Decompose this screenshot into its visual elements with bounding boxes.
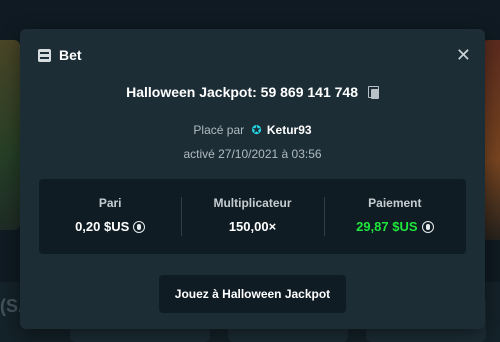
stat-payout: Paiement 29,87 $US <box>323 179 466 254</box>
bet-date: activé 27/10/2021 à 03:56 <box>183 147 322 161</box>
stat-value: 150,00× <box>181 219 323 234</box>
coin-icon <box>421 220 434 233</box>
placed-by-line: Placé par ✪ Ketur93 <box>20 123 485 137</box>
username-link[interactable]: Ketur93 <box>267 123 312 137</box>
modal-header: Bet <box>38 47 82 63</box>
stat-label: Pari <box>98 196 122 210</box>
stat-multiplier: Multiplicateur 150,00× <box>181 179 323 254</box>
background-game-thumbnail-left <box>0 40 20 230</box>
copy-icon[interactable] <box>367 86 379 99</box>
modal-title: Bet <box>59 47 82 63</box>
bet-modal: Bet ✕ Halloween Jackpot: 59 869 141 748 … <box>20 29 485 329</box>
stat-label: Paiement <box>368 196 422 210</box>
stat-label: Multiplicateur <box>213 196 292 210</box>
stat-value: 29,87 $US <box>324 219 466 234</box>
close-button[interactable]: ✕ <box>456 45 471 66</box>
multiplier-amount: 150,00× <box>228 219 277 234</box>
bet-slip-icon <box>38 48 51 62</box>
jackpot-text: Halloween Jackpot: 59 869 141 748 <box>126 84 359 100</box>
coin-icon <box>133 220 146 233</box>
payout-amount: 29,87 $US <box>356 219 418 234</box>
jackpot-line: Halloween Jackpot: 59 869 141 748 <box>20 84 485 100</box>
stat-value: 0,20 $US <box>39 219 181 234</box>
play-game-button[interactable]: Jouez à Halloween Jackpot <box>159 275 346 313</box>
star-icon: ✪ <box>251 123 262 137</box>
wager-amount: 0,20 $US <box>75 219 130 234</box>
placed-by-label: Placé par <box>193 123 245 137</box>
stat-wager: Pari 0,20 $US <box>39 179 181 254</box>
bet-stats-panel: Pari 0,20 $US Multiplicateur 150,00× Pai… <box>39 179 466 254</box>
